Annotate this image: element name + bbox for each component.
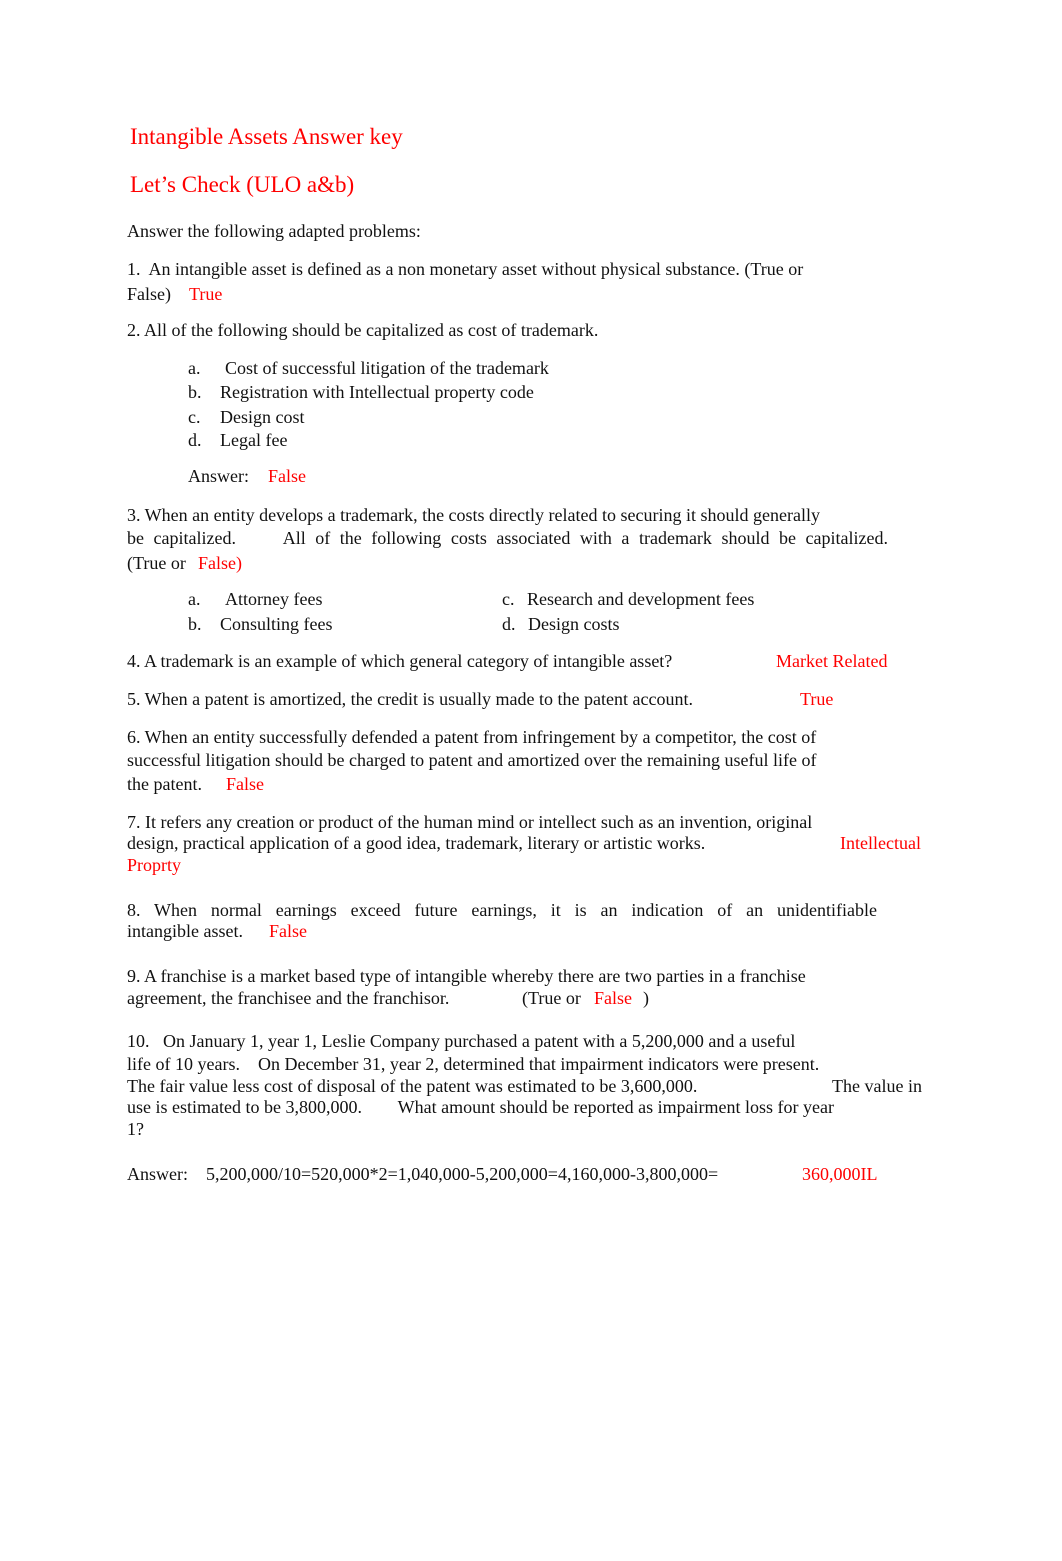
document-subtitle: Let’s Check (ULO a&b) <box>130 172 355 197</box>
question-text-line: design, practical application of a good … <box>127 833 706 853</box>
answer-label: Answer: <box>188 466 249 486</box>
question-text-line: 10. On January 1, year 1, Leslie Company… <box>127 1031 796 1051</box>
question-text-line: agreement, the franchisee and the franch… <box>127 988 450 1008</box>
question-text-line: 8. When normal earnings exceed future ea… <box>127 900 877 920</box>
question-text-line: the patent. <box>127 774 202 794</box>
answer-text: True <box>189 284 223 304</box>
document-title: Intangible Assets Answer key <box>130 124 403 149</box>
answer-label: Answer: <box>127 1164 188 1184</box>
question-text-line: 4. A trademark is an example of which ge… <box>127 651 673 671</box>
question-text-line: False) <box>127 284 171 304</box>
option-text: Research and development fees <box>527 589 755 609</box>
option-letter: c. <box>502 589 515 609</box>
answer-text: Market Related <box>776 651 888 671</box>
question-text-line: 1? <box>127 1119 144 1139</box>
question-text-line: 1. An intangible asset is defined as a n… <box>127 259 804 279</box>
answer-text: False <box>226 774 264 794</box>
answer-text: False <box>268 466 306 486</box>
question-text-line: 9. A franchise is a market based type of… <box>127 966 806 986</box>
question-text-line: 6. When an entity successfully defended … <box>127 727 817 747</box>
question-text-line: The fair value less cost of disposal of … <box>127 1076 698 1096</box>
answer-text: 360,000IL <box>802 1164 878 1184</box>
option-letter: c. <box>188 407 201 427</box>
option-letter: a. <box>188 358 201 378</box>
answer-text: Intellectual <box>840 833 921 853</box>
answer-text: False <box>594 988 632 1008</box>
answer-text: True <box>800 689 834 709</box>
question-text-line: be capitalized. All of the following cos… <box>127 528 888 548</box>
option-letter: d. <box>188 430 202 450</box>
option-letter: a. <box>188 589 201 609</box>
question-text-line: successful litigation should be charged … <box>127 750 817 770</box>
closing-paren: ) <box>643 988 649 1008</box>
question-text-line: The value in <box>832 1076 922 1096</box>
answer-text: False) <box>198 553 242 573</box>
instructions: Answer the following adapted problems: <box>127 221 421 241</box>
option-text: Attorney fees <box>225 589 323 609</box>
option-letter: d. <box>502 614 516 634</box>
option-letter: b. <box>188 382 202 402</box>
option-text: Legal fee <box>220 430 288 450</box>
question-text-line: life of 10 years. On December 31, year 2… <box>127 1054 820 1074</box>
computation-text: 5,200,000/10=520,000*2=1,040,000-5,200,0… <box>206 1164 719 1184</box>
question-text-line: (True or <box>127 553 186 573</box>
option-text: Consulting fees <box>220 614 333 634</box>
question-text-line: 2. All of the following should be capita… <box>127 320 599 340</box>
answer-text: Proprty <box>127 855 181 875</box>
question-text-line: 5. When a patent is amortized, the credi… <box>127 689 693 709</box>
question-text-line: intangible asset. <box>127 921 243 941</box>
answer-text: False <box>269 921 307 941</box>
option-text: Design cost <box>220 407 305 427</box>
question-text-line: 3. When an entity develops a trademark, … <box>127 505 820 525</box>
option-text: Design costs <box>528 614 620 634</box>
option-text: Cost of successful litigation of the tra… <box>225 358 549 378</box>
question-text-line: (True or <box>522 988 581 1008</box>
question-text-line: use is estimated to be 3,800,000. What a… <box>127 1097 835 1117</box>
option-text: Registration with Intellectual property … <box>220 382 534 402</box>
option-letter: b. <box>188 614 202 634</box>
document-page: Intangible Assets Answer key Let’s Check… <box>0 0 1062 1561</box>
question-text-line: 7. It refers any creation or product of … <box>127 812 813 832</box>
